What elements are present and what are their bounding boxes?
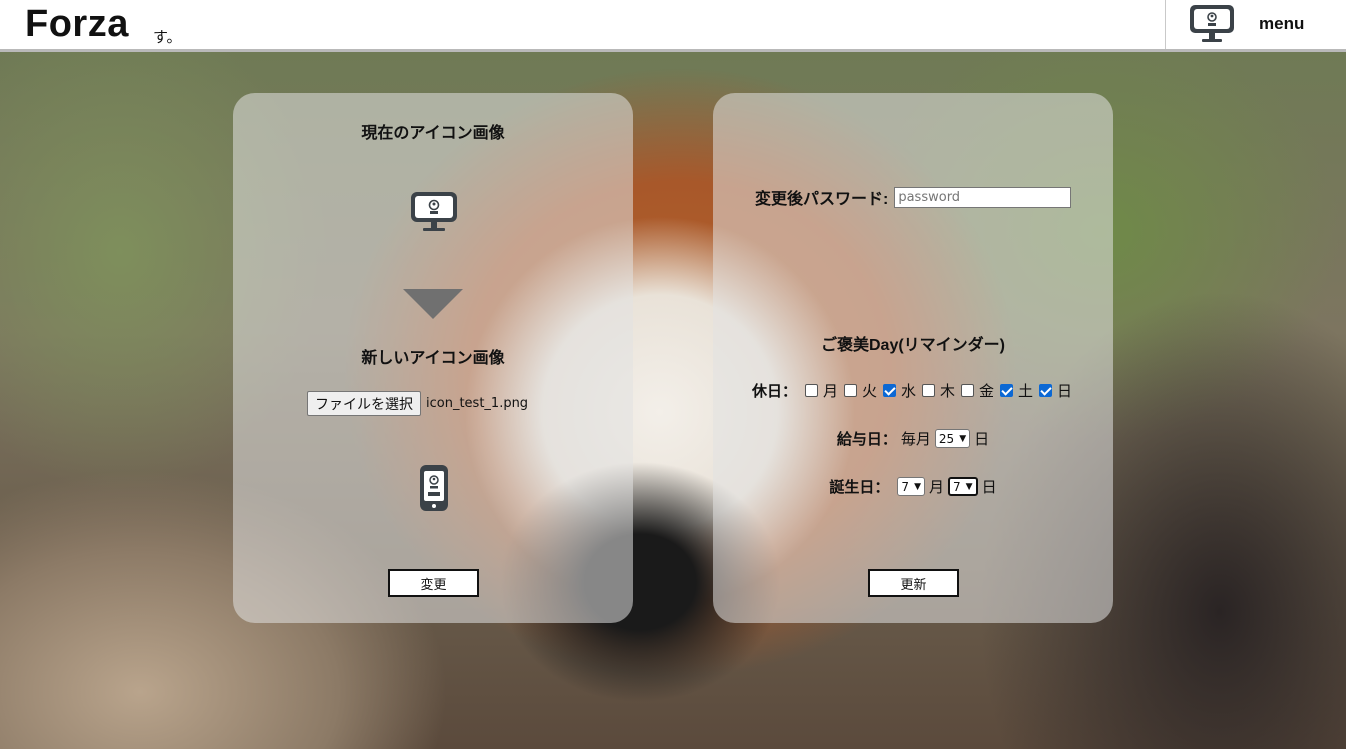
birthday-day-value: 7 (953, 479, 961, 494)
menu-label: menu (1259, 14, 1305, 33)
holiday-checkbox-wed[interactable] (882, 384, 896, 397)
day-label-thu: 木 (940, 383, 956, 400)
selected-file-name: icon_test_1.png (426, 396, 529, 411)
holiday-label: 休日： (751, 383, 797, 400)
birthday-month-select[interactable]: 7 ▼ (897, 477, 925, 496)
logo-subtext: す。 (153, 29, 182, 46)
current-monitor-icon (411, 192, 457, 231)
birthday-label: 誕生日： (829, 479, 890, 496)
holiday-checkbox-fri[interactable] (961, 384, 975, 397)
holiday-row: 休日： 月 火 水 木 金 土 日 (713, 380, 1113, 401)
day-label-wed: 水 (900, 383, 916, 400)
background-photo (0, 52, 1346, 749)
day-label-sun: 日 (1057, 383, 1073, 400)
holiday-checkbox-sun[interactable] (1039, 384, 1053, 397)
icon-settings-card: 現在のアイコン画像 新しいアイコン画像 ファイルを選択 icon_test_1.… (233, 93, 633, 623)
day-label-tue: 火 (861, 383, 877, 400)
chevron-down-icon: ▼ (965, 481, 973, 492)
birthday-row: 誕生日： 7 ▼ 月 7 ▼ 日 (713, 476, 1113, 497)
arrow-down-icon (403, 289, 463, 319)
site-logo[interactable]: Forza (25, 3, 129, 46)
day-label-fri: 金 (979, 383, 995, 400)
account-settings-card: 変更後パスワード: ご褒美Day(リマインダー) 休日： 月 火 水 木 金 土… (713, 93, 1113, 623)
chevron-down-icon: ▼ (959, 433, 967, 444)
payday-prefix: 毎月 (900, 431, 931, 448)
birthday-month-value: 7 (901, 479, 910, 494)
site-header: Forza す。 menu (0, 0, 1346, 52)
payday-value: 25 (938, 431, 955, 446)
day-label-sat: 土 (1018, 383, 1034, 400)
file-upload: ファイルを選択 icon_test_1.png (307, 391, 528, 416)
password-label: 変更後パスワード: (755, 191, 889, 208)
chevron-down-icon: ▼ (914, 481, 921, 492)
new-phone-icon (420, 465, 448, 511)
holiday-checkbox-tue[interactable] (843, 384, 857, 397)
menu-button[interactable]: menu (1165, 0, 1346, 49)
holiday-checkbox-thu[interactable] (922, 384, 935, 397)
payday-suffix: 日 (974, 431, 990, 448)
update-button[interactable]: 更新 (868, 569, 959, 597)
file-select-button[interactable]: ファイルを選択 (307, 391, 421, 416)
password-input[interactable] (894, 186, 1072, 208)
payday-label: 給与日： (836, 431, 897, 448)
password-row: 変更後パスワード: (755, 185, 1072, 209)
change-icon-button[interactable]: 変更 (388, 569, 479, 597)
birthday-day-select[interactable]: 7 ▼ (948, 477, 978, 496)
payday-select[interactable]: 25 ▼ (934, 429, 971, 448)
holiday-checkbox-sat[interactable] (1000, 384, 1014, 397)
payday-row: 給与日： 毎月 25 ▼ 日 (713, 428, 1113, 449)
month-unit: 月 (928, 479, 944, 496)
new-icon-title: 新しいアイコン画像 (361, 350, 505, 367)
day-label-mon: 月 (822, 383, 838, 400)
holiday-checkbox-mon[interactable] (804, 384, 818, 397)
user-monitor-icon (1190, 5, 1234, 42)
day-unit: 日 (981, 479, 997, 496)
current-icon-title: 現在のアイコン画像 (361, 125, 505, 142)
reminder-title: ご褒美Day(リマインダー) (820, 337, 1005, 354)
